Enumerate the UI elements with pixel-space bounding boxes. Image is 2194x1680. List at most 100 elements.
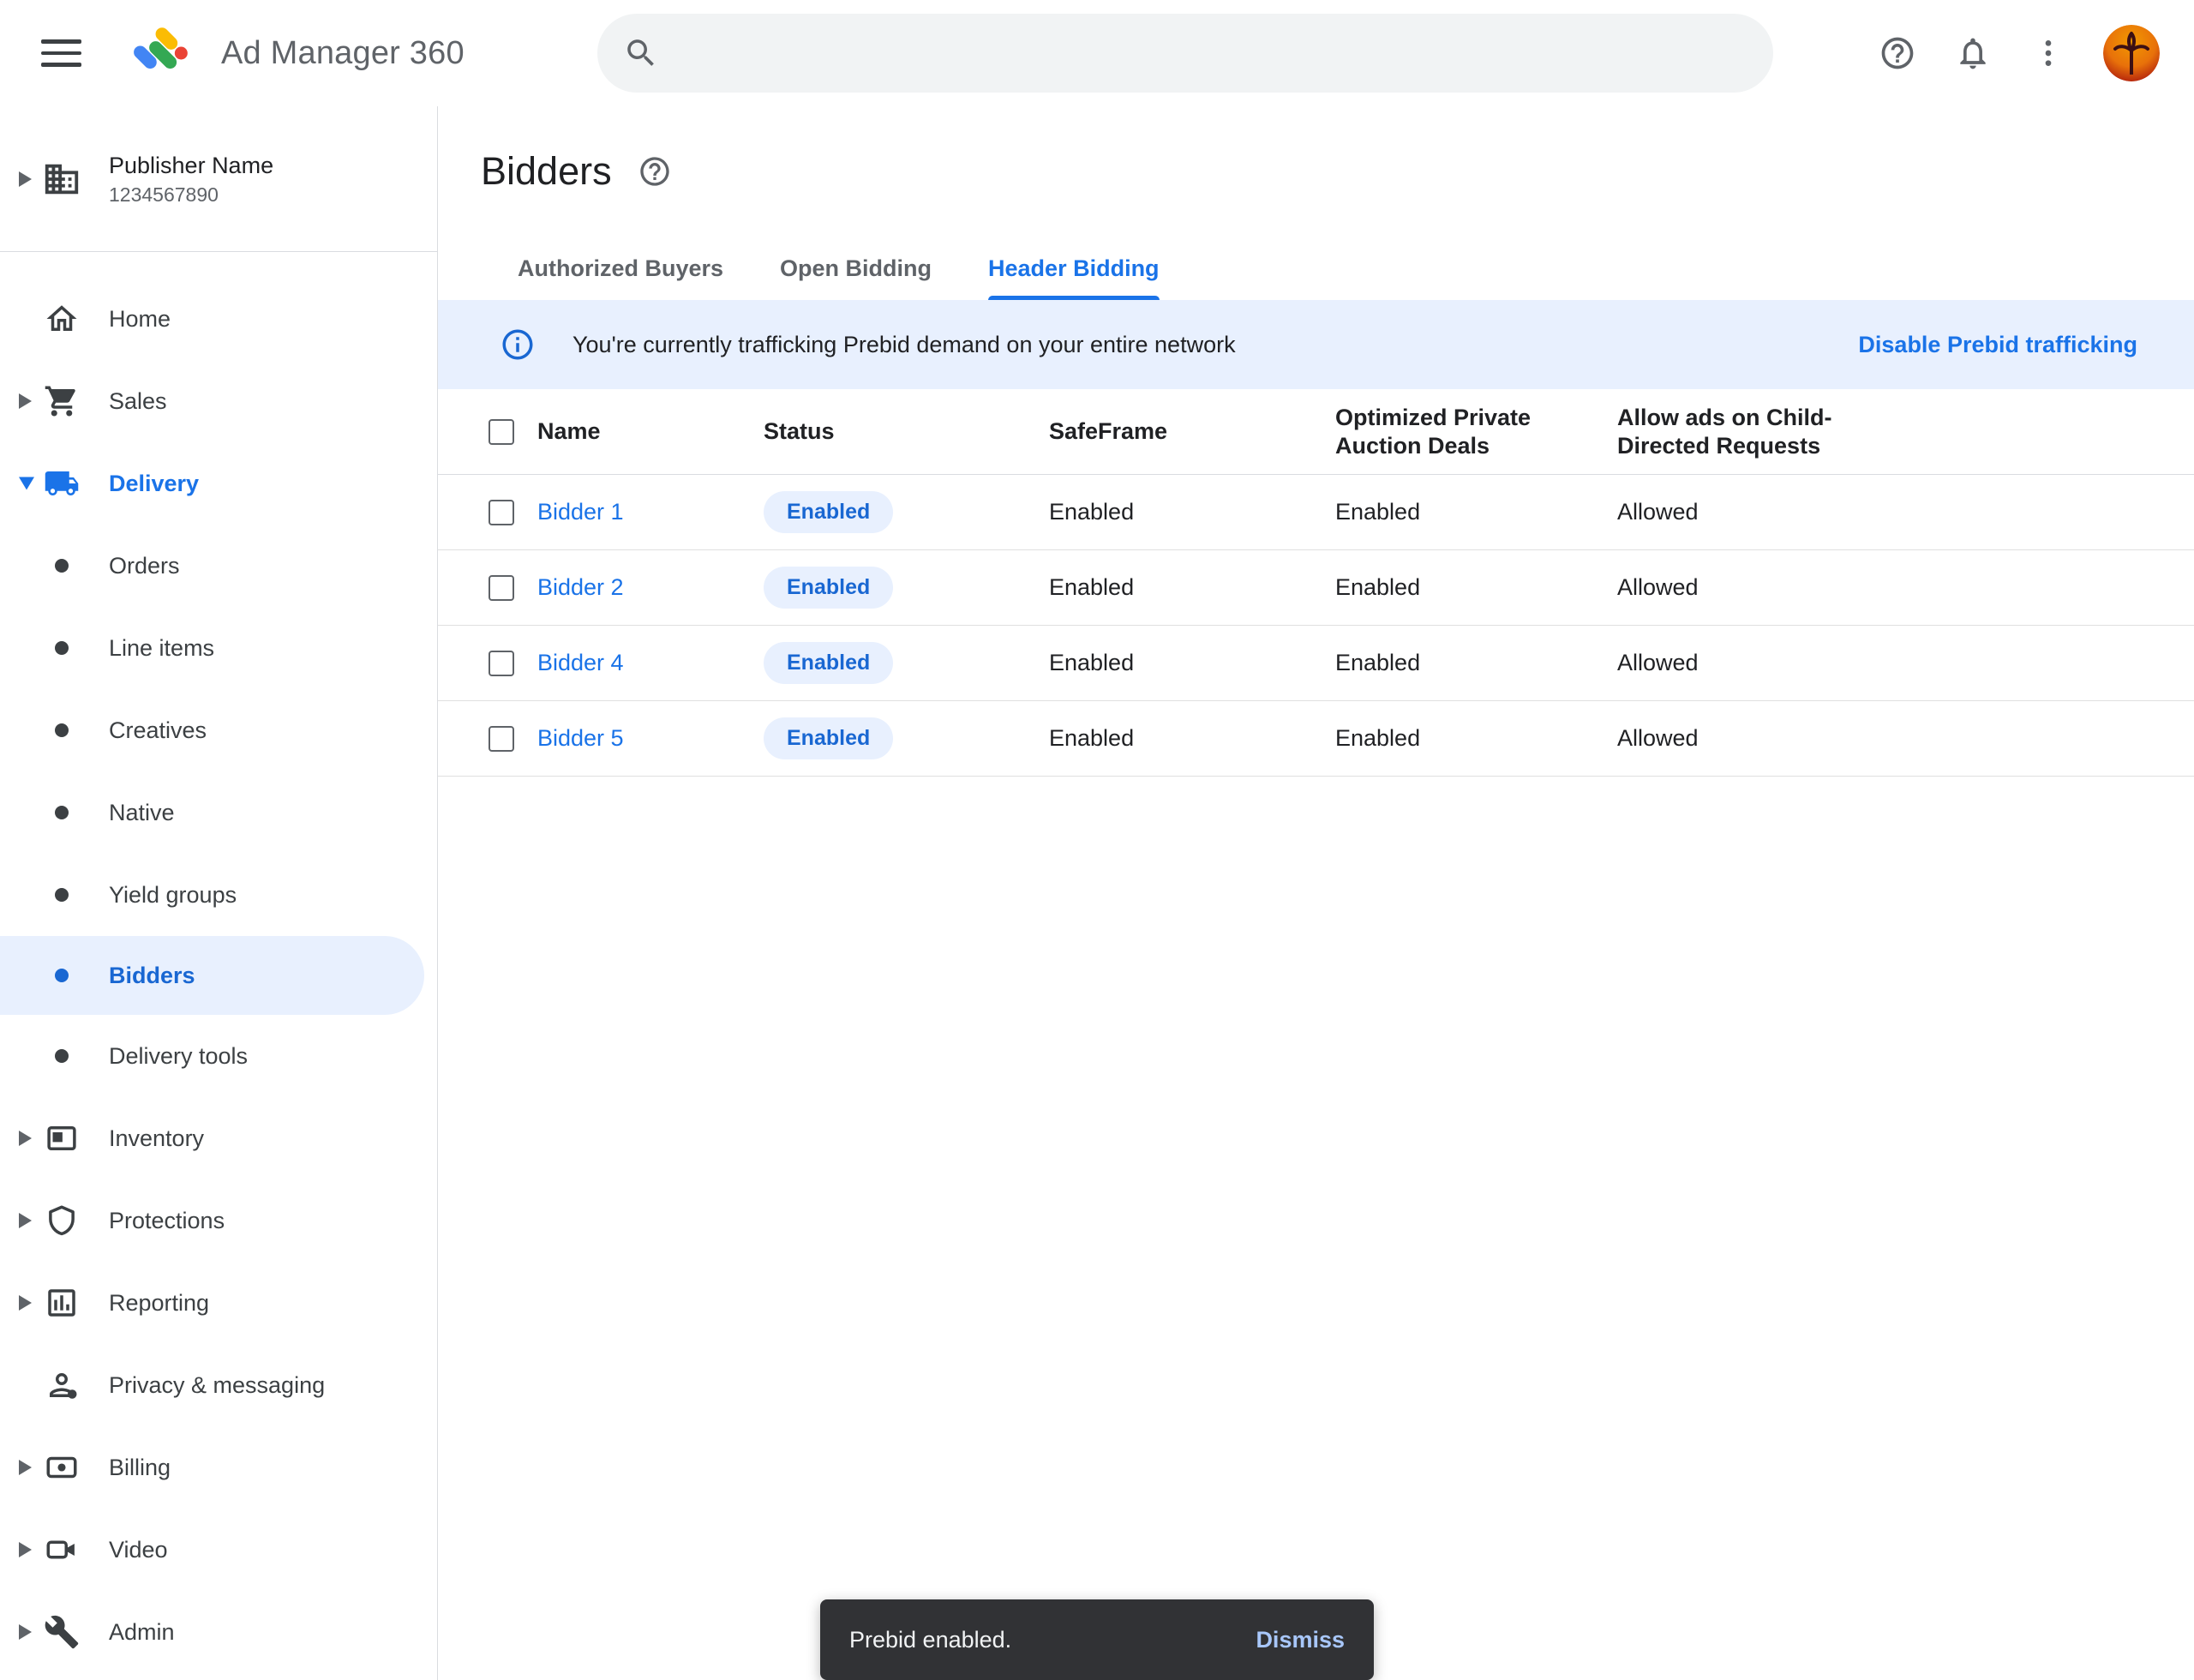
chevron-down-icon	[19, 477, 34, 490]
sidebar-item-delivery-tools[interactable]: Delivery tools	[0, 1015, 437, 1097]
app-title: Ad Manager 360	[221, 35, 465, 72]
video-camera-icon	[41, 1529, 82, 1570]
more-vert-icon	[2031, 36, 2065, 70]
home-icon	[41, 298, 82, 339]
sidebar-item-label: Line items	[109, 635, 214, 662]
row-checkbox[interactable]	[489, 651, 514, 676]
sidebar-item-privacy-messaging[interactable]: Privacy & messaging	[0, 1344, 437, 1426]
page-help-button[interactable]	[638, 154, 672, 189]
bullet-icon	[55, 559, 69, 573]
search-input[interactable]	[680, 39, 1747, 68]
sidebar-item-inventory[interactable]: Inventory	[0, 1097, 437, 1179]
ad-manager-app: Ad Manager 360	[0, 0, 2194, 1680]
sidebar-item-reporting[interactable]: Reporting	[0, 1262, 437, 1344]
status-badge: Enabled	[764, 717, 893, 759]
main-content: Bidders Authorized Buyers Open Bidding H…	[438, 106, 2194, 1680]
sidebar: Publisher Name 1234567890 Home Sales	[0, 106, 438, 1680]
bullet-icon	[55, 723, 69, 737]
menu-icon[interactable]	[41, 33, 82, 74]
sidebar-item-label: Home	[109, 306, 171, 333]
sidebar-item-label: Billing	[109, 1455, 171, 1481]
bar-chart-icon	[41, 1282, 82, 1323]
bullet-icon	[55, 888, 69, 902]
chevron-right-icon	[19, 393, 32, 409]
shield-icon	[41, 1200, 82, 1241]
sidebar-item-creatives[interactable]: Creatives	[0, 689, 437, 771]
sidebar-item-admin[interactable]: Admin	[0, 1591, 437, 1673]
column-header-child-directed: Allow ads on Child-Directed Requests	[1617, 404, 1883, 460]
bidder-link[interactable]: Bidder 4	[537, 650, 624, 675]
select-all-checkbox[interactable]	[489, 419, 514, 445]
opad-value: Enabled	[1335, 574, 1617, 601]
tab-header-bidding[interactable]: Header Bidding	[988, 237, 1160, 300]
bidder-link[interactable]: Bidder 2	[537, 574, 624, 600]
bullet-icon	[55, 806, 69, 819]
chevron-right-icon	[19, 1624, 32, 1640]
table-row: Bidder 2 Enabled Enabled Enabled Allowed	[438, 550, 2194, 626]
help-icon	[638, 154, 672, 189]
prebid-info-banner: You're currently trafficking Prebid dema…	[438, 300, 2194, 389]
sidebar-item-label: Orders	[109, 553, 180, 579]
safeframe-value: Enabled	[1049, 499, 1335, 525]
sidebar-item-label: Sales	[109, 388, 167, 415]
status-badge: Enabled	[764, 567, 893, 609]
sidebar-item-video[interactable]: Video	[0, 1509, 437, 1591]
sidebar-item-label: Video	[109, 1537, 168, 1563]
notifications-button[interactable]	[1952, 33, 1993, 74]
tab-authorized-buyers[interactable]: Authorized Buyers	[518, 237, 723, 300]
table-header: Name Status SafeFrame Optimized Private …	[438, 389, 2194, 475]
sidebar-item-delivery[interactable]: Delivery	[0, 442, 437, 525]
person-icon	[41, 1365, 82, 1406]
table-row: Bidder 5 Enabled Enabled Enabled Allowed	[438, 701, 2194, 777]
publisher-selector[interactable]: Publisher Name 1234567890	[0, 106, 437, 252]
sidebar-item-label: Delivery tools	[109, 1043, 248, 1070]
sidebar-item-home[interactable]: Home	[0, 278, 437, 360]
more-options-button[interactable]	[2028, 33, 2069, 74]
opad-value: Enabled	[1335, 725, 1617, 752]
sidebar-item-protections[interactable]: Protections	[0, 1179, 437, 1262]
column-header-status: Status	[764, 418, 1049, 445]
sidebar-item-label: Creatives	[109, 717, 207, 744]
publisher-info: Publisher Name 1234567890	[109, 150, 273, 208]
bidder-link[interactable]: Bidder 1	[537, 499, 624, 525]
inventory-icon	[41, 1118, 82, 1159]
wrench-icon	[41, 1611, 82, 1653]
avatar-image	[2103, 25, 2160, 81]
sidebar-item-bidders[interactable]: Bidders	[0, 936, 424, 1015]
chevron-right-icon	[19, 1213, 32, 1228]
page-title: Bidders	[481, 149, 612, 194]
opad-value: Enabled	[1335, 650, 1617, 676]
row-checkbox[interactable]	[489, 575, 514, 601]
row-checkbox[interactable]	[489, 500, 514, 525]
sidebar-nav: Home Sales Delivery	[0, 252, 437, 1673]
info-icon	[500, 327, 536, 363]
sidebar-item-sales[interactable]: Sales	[0, 360, 437, 442]
chevron-right-icon	[19, 1295, 32, 1311]
sidebar-item-native[interactable]: Native	[0, 771, 437, 854]
bidders-table: Name Status SafeFrame Optimized Private …	[438, 389, 2194, 777]
sidebar-item-line-items[interactable]: Line items	[0, 607, 437, 689]
disable-prebid-link[interactable]: Disable Prebid trafficking	[1858, 332, 2137, 358]
shopping-cart-icon	[41, 381, 82, 422]
snackbar: Prebid enabled. Dismiss	[820, 1599, 1374, 1680]
sidebar-item-label: Privacy & messaging	[109, 1372, 325, 1399]
user-avatar[interactable]	[2103, 25, 2160, 81]
sidebar-item-label: Bidders	[109, 963, 195, 989]
tab-open-bidding[interactable]: Open Bidding	[780, 237, 932, 300]
sidebar-item-yield-groups[interactable]: Yield groups	[0, 854, 437, 936]
sidebar-item-label: Native	[109, 800, 175, 826]
sidebar-item-billing[interactable]: Billing	[0, 1426, 437, 1509]
bidder-link[interactable]: Bidder 5	[537, 725, 624, 751]
row-checkbox[interactable]	[489, 726, 514, 752]
sidebar-item-label: Protections	[109, 1208, 225, 1234]
search-icon	[623, 35, 659, 71]
search-bar[interactable]	[597, 14, 1773, 93]
child-directed-value: Allowed	[1617, 499, 2160, 525]
dismiss-button[interactable]: Dismiss	[1256, 1627, 1345, 1653]
column-header-safeframe: SafeFrame	[1049, 418, 1335, 445]
help-icon	[1879, 34, 1916, 72]
sidebar-item-orders[interactable]: Orders	[0, 525, 437, 607]
publisher-name: Publisher Name	[109, 150, 273, 181]
help-button[interactable]	[1877, 33, 1918, 74]
column-header-name: Name	[537, 418, 764, 445]
